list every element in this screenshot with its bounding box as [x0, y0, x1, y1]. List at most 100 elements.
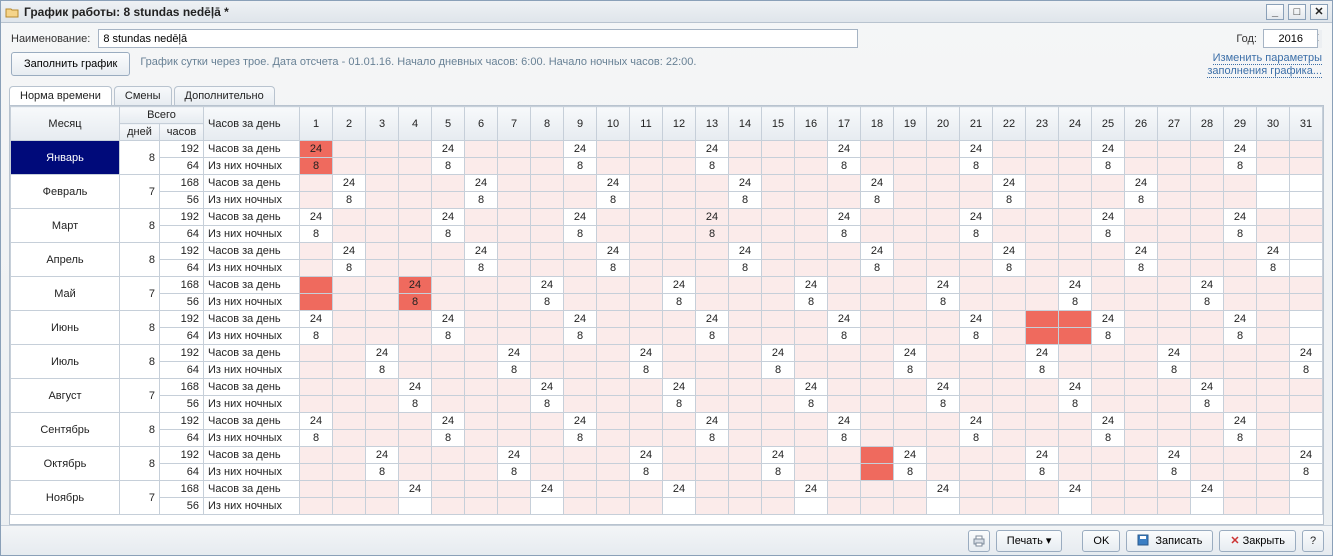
cell[interactable]	[465, 226, 498, 243]
cell[interactable]	[366, 175, 399, 192]
hours-total[interactable]: 168	[160, 481, 204, 498]
cell[interactable]	[696, 260, 729, 277]
cell[interactable]	[1125, 345, 1158, 362]
cell[interactable]	[597, 464, 630, 481]
cell[interactable]	[1026, 192, 1059, 209]
cell[interactable]	[597, 345, 630, 362]
hours-total[interactable]: 192	[160, 311, 204, 328]
cell[interactable]	[762, 277, 795, 294]
cell[interactable]	[531, 175, 564, 192]
col-day-27[interactable]: 27	[1158, 107, 1191, 141]
cell[interactable]	[564, 345, 597, 362]
cell[interactable]	[729, 158, 762, 175]
cell[interactable]	[1224, 498, 1257, 515]
cell[interactable]: 8	[1224, 158, 1257, 175]
cell[interactable]	[960, 447, 993, 464]
cell[interactable]	[1026, 498, 1059, 515]
cell[interactable]	[498, 311, 531, 328]
cell[interactable]	[729, 464, 762, 481]
cell[interactable]: 24	[432, 413, 465, 430]
cell[interactable]	[1158, 328, 1191, 345]
night-hours-total[interactable]: 64	[160, 158, 204, 175]
cell[interactable]	[1224, 481, 1257, 498]
cell[interactable]	[1224, 192, 1257, 209]
cell[interactable]: 24	[399, 481, 432, 498]
cell[interactable]	[1224, 464, 1257, 481]
cell[interactable]	[432, 396, 465, 413]
cell[interactable]	[1290, 158, 1323, 175]
cell[interactable]: 8	[1158, 362, 1191, 379]
cell[interactable]: 8	[1092, 226, 1125, 243]
cell[interactable]: 24	[1290, 345, 1323, 362]
month-Октябрь[interactable]: Октябрь	[11, 447, 120, 481]
cell[interactable]: 24	[960, 413, 993, 430]
cell[interactable]	[696, 498, 729, 515]
cell[interactable]	[927, 430, 960, 447]
cell[interactable]	[960, 481, 993, 498]
cell[interactable]	[432, 464, 465, 481]
days-total[interactable]: 8	[120, 413, 160, 447]
col-day-24[interactable]: 24	[1059, 107, 1092, 141]
cell[interactable]	[927, 362, 960, 379]
cell[interactable]	[531, 328, 564, 345]
cell[interactable]	[564, 294, 597, 311]
cell[interactable]	[1191, 226, 1224, 243]
col-day-31[interactable]: 31	[1290, 107, 1323, 141]
cell[interactable]: 24	[300, 209, 333, 226]
cell[interactable]	[960, 498, 993, 515]
cell[interactable]	[729, 294, 762, 311]
cell[interactable]: 8	[762, 362, 795, 379]
cell[interactable]	[861, 362, 894, 379]
cell[interactable]	[366, 260, 399, 277]
cell[interactable]	[795, 226, 828, 243]
cell[interactable]	[1257, 447, 1290, 464]
cell[interactable]	[498, 175, 531, 192]
cell[interactable]	[663, 413, 696, 430]
cell[interactable]: 8	[366, 362, 399, 379]
cell[interactable]: 24	[1158, 447, 1191, 464]
cell[interactable]	[1092, 277, 1125, 294]
cell[interactable]: 24	[465, 243, 498, 260]
cell[interactable]	[1092, 243, 1125, 260]
cell[interactable]	[1191, 345, 1224, 362]
cell[interactable]	[696, 345, 729, 362]
cell[interactable]	[300, 481, 333, 498]
cell[interactable]	[1092, 260, 1125, 277]
close-footer-button[interactable]: ✕Закрыть	[1219, 530, 1296, 552]
cell[interactable]	[993, 328, 1026, 345]
cell[interactable]	[1125, 481, 1158, 498]
cell[interactable]	[597, 277, 630, 294]
cell[interactable]: 8	[696, 430, 729, 447]
cell[interactable]	[663, 260, 696, 277]
cell[interactable]: 24	[300, 311, 333, 328]
cell[interactable]	[1290, 498, 1323, 515]
cell[interactable]	[1191, 430, 1224, 447]
cell[interactable]	[795, 141, 828, 158]
cell[interactable]: 24	[828, 413, 861, 430]
cell[interactable]	[1092, 345, 1125, 362]
cell[interactable]: 8	[1290, 362, 1323, 379]
cell[interactable]	[1158, 141, 1191, 158]
cell[interactable]	[1224, 277, 1257, 294]
cell[interactable]	[729, 277, 762, 294]
cell[interactable]: 24	[927, 379, 960, 396]
month-Май[interactable]: Май	[11, 277, 120, 311]
cell[interactable]	[894, 379, 927, 396]
cell[interactable]	[1158, 209, 1191, 226]
save-button[interactable]: Записать	[1126, 530, 1213, 552]
cell[interactable]	[564, 498, 597, 515]
ok-button[interactable]: OK	[1082, 530, 1120, 552]
cell[interactable]	[300, 498, 333, 515]
cell[interactable]: 8	[729, 192, 762, 209]
cell[interactable]: 24	[663, 481, 696, 498]
cell[interactable]	[894, 294, 927, 311]
cell[interactable]	[1257, 158, 1290, 175]
cell[interactable]	[861, 413, 894, 430]
cell[interactable]	[729, 430, 762, 447]
cell[interactable]: 24	[1224, 141, 1257, 158]
col-day-16[interactable]: 16	[795, 107, 828, 141]
cell[interactable]	[597, 447, 630, 464]
cell[interactable]	[564, 379, 597, 396]
cell[interactable]	[663, 447, 696, 464]
cell[interactable]: 8	[696, 158, 729, 175]
